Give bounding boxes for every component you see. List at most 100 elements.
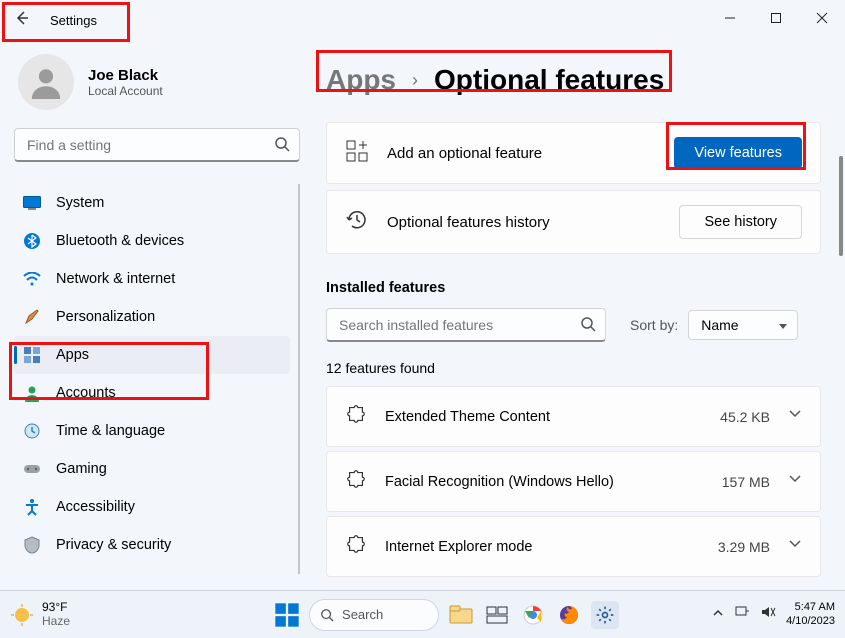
nav-label: Accessibility xyxy=(56,499,135,515)
feature-name: Internet Explorer mode xyxy=(385,539,700,555)
nav-label: Bluetooth & devices xyxy=(56,233,184,249)
sidebar-item-personalization[interactable]: Personalization xyxy=(14,298,290,336)
card-history: Optional features history See history xyxy=(326,190,821,254)
sort-label: Sort by: xyxy=(630,317,678,333)
display-icon xyxy=(22,193,42,213)
nav-label: Privacy & security xyxy=(56,537,171,553)
clock-icon xyxy=(22,421,42,441)
tray-network-icon[interactable] xyxy=(734,605,750,624)
chevron-right-icon: › xyxy=(412,70,418,91)
page-title: Optional features xyxy=(434,64,664,96)
back-button[interactable] xyxy=(14,10,34,30)
shield-icon xyxy=(22,535,42,555)
taskbar-weather[interactable]: 93°F Haze xyxy=(10,601,180,629)
sidebar-item-network[interactable]: Network & internet xyxy=(14,260,290,298)
maximize-button[interactable] xyxy=(753,0,799,36)
taskbar-search-label: Search xyxy=(342,607,383,622)
avatar xyxy=(18,54,74,110)
window-title: Settings xyxy=(50,13,97,28)
apps-icon xyxy=(22,345,42,365)
view-features-button[interactable]: View features xyxy=(674,137,802,169)
add-feature-icon xyxy=(345,139,369,168)
settings-search[interactable] xyxy=(14,128,300,162)
sort-value: Name xyxy=(701,317,738,333)
taskbar-search[interactable]: Search xyxy=(309,599,439,631)
puzzle-icon xyxy=(345,403,367,430)
card-label: Add an optional feature xyxy=(387,145,656,162)
tray-volume-icon[interactable] xyxy=(760,605,776,624)
search-icon xyxy=(274,136,290,157)
accessibility-icon xyxy=(22,497,42,517)
sidebar-item-privacy[interactable]: Privacy & security xyxy=(14,526,290,564)
sidebar-item-system[interactable]: System xyxy=(14,184,290,222)
taskbar-chrome[interactable] xyxy=(519,601,547,629)
sidebar: Joe Black Local Account System Bluetooth… xyxy=(0,40,310,585)
feature-row[interactable]: Facial Recognition (Windows Hello) 157 M… xyxy=(326,451,821,512)
nav-label: Personalization xyxy=(56,309,155,325)
chevron-down-icon xyxy=(788,472,802,491)
main-content: Apps › Optional features Add an optional… xyxy=(310,40,845,585)
feature-name: Facial Recognition (Windows Hello) xyxy=(385,474,704,490)
search-icon xyxy=(580,316,596,337)
weather-icon xyxy=(10,603,34,627)
sidebar-item-accessibility[interactable]: Accessibility xyxy=(14,488,290,526)
installed-search-input[interactable] xyxy=(326,308,606,342)
installed-search[interactable] xyxy=(326,308,606,342)
user-block[interactable]: Joe Black Local Account xyxy=(14,54,300,110)
start-button[interactable] xyxy=(273,601,301,629)
puzzle-icon xyxy=(345,533,367,560)
taskbar-clock[interactable]: 5:47 AM 4/10/2023 xyxy=(786,601,835,627)
taskbar-firefox[interactable] xyxy=(555,601,583,629)
feature-size: 157 MB xyxy=(722,474,770,490)
close-button[interactable] xyxy=(799,0,845,36)
history-icon xyxy=(345,208,369,237)
nav-label: Network & internet xyxy=(56,271,175,287)
breadcrumb: Apps › Optional features xyxy=(326,64,821,96)
sidebar-item-time[interactable]: Time & language xyxy=(14,412,290,450)
weather-cond: Haze xyxy=(42,615,70,629)
feature-size: 45.2 KB xyxy=(720,409,770,425)
nav-label: Time & language xyxy=(56,423,165,439)
feature-count: 12 features found xyxy=(326,360,821,376)
user-name: Joe Black xyxy=(88,67,163,84)
brush-icon xyxy=(22,307,42,327)
tray-chevron-icon[interactable] xyxy=(712,606,724,624)
card-label: Optional features history xyxy=(387,214,661,231)
taskbar-time: 5:47 AM xyxy=(786,601,835,614)
nav-label: Accounts xyxy=(56,385,116,401)
taskbar-settings[interactable] xyxy=(591,601,619,629)
scrollbar-thumb[interactable] xyxy=(839,156,843,256)
user-sub: Local Account xyxy=(88,84,163,98)
chevron-down-icon xyxy=(788,407,802,426)
chevron-down-icon xyxy=(788,537,802,556)
sort-select[interactable]: Name xyxy=(688,310,798,340)
sidebar-item-bluetooth[interactable]: Bluetooth & devices xyxy=(14,222,290,260)
settings-search-input[interactable] xyxy=(14,128,300,162)
weather-temp: 93°F xyxy=(42,601,70,615)
puzzle-icon xyxy=(345,468,367,495)
sidebar-item-apps[interactable]: Apps xyxy=(14,336,290,374)
nav-label: System xyxy=(56,195,104,211)
wifi-icon xyxy=(22,269,42,289)
nav-label: Apps xyxy=(56,347,89,363)
feature-name: Extended Theme Content xyxy=(385,409,702,425)
see-history-button[interactable]: See history xyxy=(679,205,802,239)
nav-label: Gaming xyxy=(56,461,107,477)
breadcrumb-parent[interactable]: Apps xyxy=(326,64,396,96)
sidebar-item-accounts[interactable]: Accounts xyxy=(14,374,290,412)
feature-row[interactable]: Internet Explorer mode 3.29 MB xyxy=(326,516,821,577)
feature-row[interactable]: Extended Theme Content 45.2 KB xyxy=(326,386,821,447)
minimize-button[interactable] xyxy=(707,0,753,36)
installed-header: Installed features xyxy=(326,280,821,296)
taskbar-explorer[interactable] xyxy=(447,601,475,629)
feature-size: 3.29 MB xyxy=(718,539,770,555)
search-icon xyxy=(320,608,334,622)
taskbar-date: 4/10/2023 xyxy=(786,615,835,628)
bluetooth-icon xyxy=(22,231,42,251)
person-icon xyxy=(22,383,42,403)
card-add-feature: Add an optional feature View features xyxy=(326,122,821,184)
gaming-icon xyxy=(22,459,42,479)
sidebar-item-gaming[interactable]: Gaming xyxy=(14,450,290,488)
taskbar: 93°F Haze Search 5:47 AM 4/10/2023 xyxy=(0,590,845,638)
taskbar-taskview[interactable] xyxy=(483,601,511,629)
